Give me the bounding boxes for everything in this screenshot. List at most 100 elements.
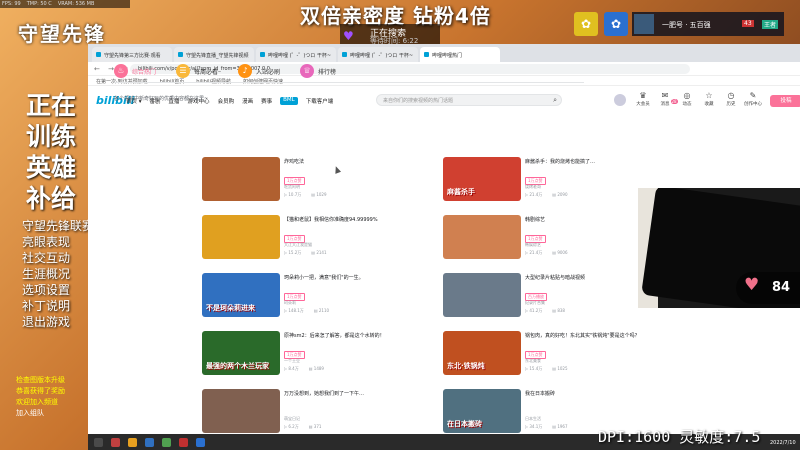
favicon-icon <box>424 52 429 57</box>
taskbar-app-icon[interactable] <box>162 437 171 447</box>
viewer-rank: 王者 <box>762 20 779 29</box>
browser-tab[interactable]: 守望先锋第三方比赛·观看 <box>92 47 172 62</box>
video-card[interactable]: 炸鸡吃法 1万点赞 吃货阿明 ▷ 10.7万 ▤ 1029 <box>202 157 432 203</box>
video-card[interactable]: 最强的两个木兰玩家 原神sm2：后来怎了解答，都是这个水转的！ 1万点赞 一个土豆 ▷ … <box>202 331 432 377</box>
video-thumbnail[interactable] <box>202 215 280 259</box>
popular-tab[interactable]: ♨ 综合热门 <box>114 64 156 78</box>
viewer-card: 一肥号 · 五百强 43 王者 <box>632 12 784 36</box>
video-title[interactable]: 麻酱杀手：我的烧烤也能搞了… <box>525 158 673 165</box>
uploader-name[interactable]: 萌宝日记 <box>284 416 300 422</box>
uploader-name[interactable]: 东北美食 <box>525 358 541 364</box>
video-thumbnail[interactable]: 在日本搬砖 <box>443 389 521 433</box>
matchmaking-status: ♥ 正在搜索 等待时间: 6:22 <box>340 24 440 46</box>
game-menu-item[interactable]: 补丁说明 <box>0 298 88 314</box>
video-thumbnail[interactable]: 麻酱杀手 <box>443 157 521 201</box>
popular-subtitle: 各个领域中新奇好玩的优质内容都在这里~ <box>114 96 209 102</box>
game-menu-item[interactable]: 退出游戏 <box>0 314 88 330</box>
video-title[interactable]: 【猫和老鼠】我相信你准确度94.99999% <box>284 216 432 223</box>
game-menu-item[interactable]: 社交互动 <box>0 250 88 266</box>
browser-tab[interactable]: 守望先锋直播_守望先锋视频 <box>174 47 254 62</box>
uploader-name[interactable]: 烧烤老哥 <box>525 184 541 190</box>
video-title[interactable]: 我在日本搬砖 <box>525 390 673 397</box>
video-thumbnail[interactable] <box>202 157 280 201</box>
uploader-name[interactable]: 珂朵莉 <box>284 300 296 306</box>
video-thumbnail[interactable] <box>202 389 280 433</box>
avatar[interactable] <box>614 94 626 106</box>
upload-button[interactable]: 投稿 <box>770 95 800 107</box>
video-card[interactable]: 东北·铁锅炖 锅包肉，真的好吃！东北其实"铁锅炖"要是这个吗？ 1万点赞 东北美食 ▷ … <box>443 331 673 377</box>
video-title[interactable]: 万万没想到，她想我们到了一下午… <box>284 390 432 397</box>
video-title[interactable]: 锅包肉，真的好吃！东北其实"铁锅炖"要是这个吗？ <box>525 332 673 339</box>
game-menu-item[interactable]: 训练 <box>0 121 88 152</box>
bili-nav-item[interactable]: 会员购 <box>218 97 235 105</box>
game-menu-item[interactable]: 选项设置 <box>0 282 88 298</box>
video-thumbnail[interactable]: 东北·铁锅炖 <box>443 331 521 375</box>
browser-tab[interactable]: 哔哩哔哩热门 <box>420 47 500 62</box>
browser-tab[interactable]: 哔哩哔哩 (゜-゜)つロ 干杯~ <box>256 47 336 62</box>
favicon-icon <box>178 52 183 57</box>
bili-nav-item[interactable]: 赛事 <box>261 97 272 105</box>
search-icon[interactable]: ⌕ <box>553 96 557 105</box>
video-card[interactable]: 不是珂朵莉进来 珂朵莉小一把，满意"我们"的一生。 1万点赞 珂朵莉 ▷ 148.1万 ▤… <box>202 273 432 319</box>
bili-menu-item[interactable]: ◎ 动态 <box>678 91 696 107</box>
view-count: ▷ 6.2万 <box>284 424 299 429</box>
view-count: ▷ 8.4万 <box>284 366 299 371</box>
video-title[interactable]: 珂朵莉小一把，满意"我们"的一生。 <box>284 274 432 281</box>
video-meta: ▷ 15.4万 ▤ 1025 <box>525 366 568 372</box>
uploader-name[interactable]: 韩娱综艺 <box>525 242 541 248</box>
menu-icon: ◎ <box>683 91 691 100</box>
menu-label: 动态 <box>682 102 692 107</box>
bili-nav-item[interactable]: 下载客户端 <box>306 97 334 105</box>
taskbar-app-icon[interactable] <box>179 437 188 447</box>
game-menu-item[interactable]: 英雄 <box>0 152 88 183</box>
game-menu-item[interactable]: 生涯概况 <box>0 266 88 282</box>
video-card[interactable]: 【猫和老鼠】我相信你准确度94.99999% 1万点赞 大江大江我是猫 ▷ 15.2万… <box>202 215 432 261</box>
video-meta: ▷ 148.1万 ▤ 2110 <box>284 308 329 314</box>
dpi-overlay: DPI:1600 灵敏度:7.5 <box>598 428 761 446</box>
browser-tabs: 守望先锋第三方比赛·观看 守望先锋直播_守望先锋视频 哔哩哔哩 (゜-゜)つロ 干杯… <box>88 44 800 62</box>
video-thumbnail[interactable] <box>443 215 521 259</box>
menu-label: 收藏 <box>704 102 714 107</box>
popular-tab[interactable]: ♕ 排行榜 <box>300 64 336 78</box>
popular-tab[interactable]: ☰ 每周必看 <box>176 64 218 78</box>
bili-menu-item[interactable]: ✎ 创作中心 <box>744 91 762 107</box>
bili-menu-item[interactable]: ◷ 历史 <box>722 91 740 107</box>
popular-tab[interactable]: ♪ 入站必刷 <box>238 64 280 78</box>
menu-icon: ◷ <box>727 91 735 100</box>
heart-icon: ♥ <box>744 275 760 295</box>
uploader-name[interactable]: 一个土豆 <box>284 358 300 364</box>
taskbar-app-icon[interactable] <box>196 437 205 447</box>
perf-stat: FPS: 99 <box>2 1 21 7</box>
bili-nav-item[interactable]: 漫画 <box>242 97 253 105</box>
favicon-icon <box>96 52 101 57</box>
uploader-name[interactable]: 日本生活 <box>525 416 541 422</box>
menu-label: 创作中心 <box>744 102 762 107</box>
game-menu-item[interactable]: 亮眼表现 <box>0 234 88 250</box>
video-thumbnail[interactable]: 不是珂朵莉进来 <box>202 273 280 317</box>
video-title[interactable]: 原神sm2：后来怎了解答，都是这个水转的！ <box>284 332 432 339</box>
video-title[interactable]: 炸鸡吃法 <box>284 158 432 165</box>
bili-menu-item[interactable]: ✉ 28 消息 <box>656 91 678 107</box>
bili-nav-item-bml[interactable]: BML <box>280 97 298 105</box>
game-menu-item[interactable]: 正在 <box>0 90 88 121</box>
view-count: ▷ 21.4万 <box>525 250 543 255</box>
video-meta: ▷ 34.1万 ▤ 1967 <box>525 424 568 430</box>
taskbar-app-icon[interactable] <box>111 437 120 447</box>
browser-tab[interactable]: 哔哩哔哩 (゜-゜)つロ 干杯~ <box>338 47 418 62</box>
uploader-name[interactable]: 纪录片合集 <box>525 300 545 306</box>
video-meta: ▷ 21.4万 ▤ 9006 <box>525 250 568 256</box>
uploader-name[interactable]: 吃货阿明 <box>284 184 300 190</box>
bili-menu-item[interactable]: ☆ 收藏 <box>700 91 718 107</box>
uploader-name[interactable]: 大江大江我是猫 <box>284 242 312 248</box>
video-thumbnail[interactable] <box>443 273 521 317</box>
game-menu-item[interactable]: 补给 <box>0 183 88 214</box>
taskbar-app-icon[interactable] <box>128 437 137 447</box>
game-menu-item[interactable]: 守望先锋联赛 <box>0 218 94 234</box>
video-card[interactable]: 万万没想到，她想我们到了一下午… 萌宝日记 ▷ 6.2万 ▤ 371 <box>202 389 432 435</box>
search-input[interactable]: 来自你们的搜索视频的热门话题 ⌕ <box>376 94 562 106</box>
taskbar-app-icon[interactable] <box>94 437 103 447</box>
bili-menu-item[interactable]: ♛ 大会员 <box>634 91 652 107</box>
taskbar-app-icon[interactable] <box>145 437 154 447</box>
thumbnail-text: 最强的两个木兰玩家 <box>206 362 269 370</box>
video-thumbnail[interactable]: 最强的两个木兰玩家 <box>202 331 280 375</box>
